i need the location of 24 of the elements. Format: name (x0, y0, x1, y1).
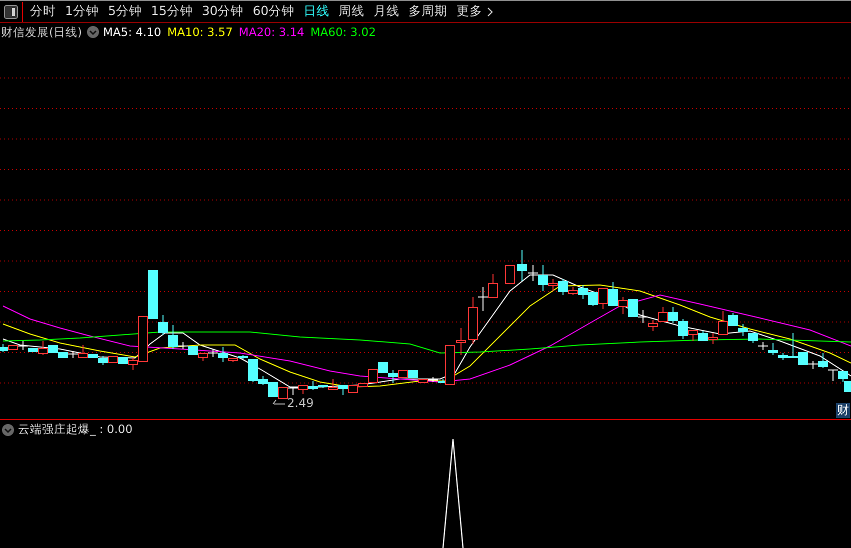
period-tab[interactable]: 1分钟 (61, 3, 103, 20)
arrow-left-icon (272, 399, 286, 407)
period-tab[interactable]: 60分钟 (248, 3, 299, 20)
dropdown-icon[interactable] (2, 424, 14, 436)
period-tab[interactable]: 月线 (370, 3, 404, 20)
period-tab[interactable]: 5分钟 (104, 3, 146, 20)
period-tab[interactable]: 日线 (300, 3, 334, 20)
chart-title: 财信发展(日线) (1, 24, 82, 40)
period-tab[interactable]: 周线 (334, 3, 369, 20)
moving-average-value: MA20: 3.14 (238, 25, 304, 39)
dropdown-icon[interactable] (86, 26, 99, 38)
moving-average-value: MA60: 3.02 (310, 25, 376, 39)
chevron-right-icon (486, 6, 493, 16)
moving-average-value: MA10: 3.57 (167, 25, 233, 39)
indicator-title: 云端强庄起爆_ : 0.00 (18, 422, 133, 437)
low-price-label: 2.49 (287, 396, 314, 410)
period-tab[interactable]: 30分钟 (198, 3, 248, 20)
moving-average-value: MA5: 4.10 (102, 25, 162, 39)
period-tab[interactable]: 15分钟 (146, 3, 197, 20)
logo-badge: 财 (836, 403, 850, 418)
period-tab[interactable]: 更多 (452, 3, 497, 20)
panel-toggle-icon[interactable] (4, 4, 18, 18)
period-tab[interactable]: 分时 (26, 3, 60, 20)
period-tab[interactable]: 多周期 (404, 3, 452, 20)
